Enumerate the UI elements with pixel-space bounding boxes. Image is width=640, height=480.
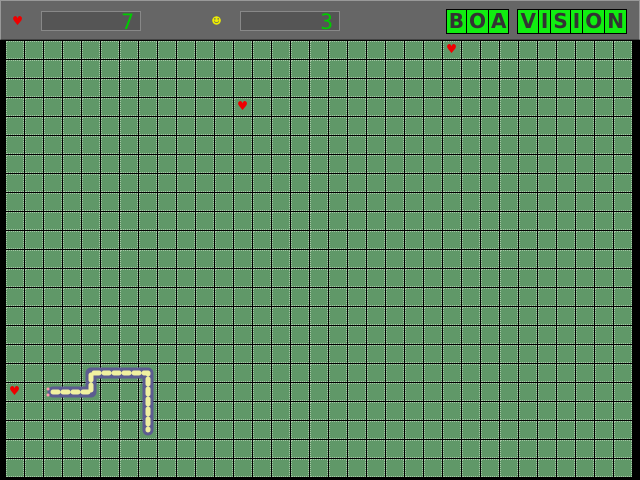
logo-letter: I <box>538 9 551 33</box>
logo-letter: V <box>518 9 538 33</box>
logo-letter: O <box>583 9 605 33</box>
snake-body <box>47 367 154 436</box>
heart-icon: ♥ <box>13 12 23 30</box>
smiley-icon: ☻ <box>212 12 222 30</box>
logo-letter: N <box>605 9 626 33</box>
snake-eye <box>46 387 50 391</box>
snake-stripes <box>50 370 151 433</box>
score-counter: 3 <box>240 11 340 33</box>
snake-eye <box>46 393 50 397</box>
lives-counter: 7 <box>41 11 141 33</box>
logo-letter: O <box>466 9 488 33</box>
logo-letter: I <box>570 9 583 33</box>
game-logo: BOA VISION <box>445 9 627 34</box>
logo-letter: S <box>551 9 570 33</box>
logo-word-vision: VISION <box>517 9 627 34</box>
logo-word-boa: BOA <box>445 9 510 34</box>
hud-bar: ♥ 7 ☻ 3 BOA VISION <box>0 0 640 40</box>
snake <box>46 367 154 436</box>
logo-letter: B <box>446 9 466 33</box>
logo-letter: A <box>488 9 509 33</box>
